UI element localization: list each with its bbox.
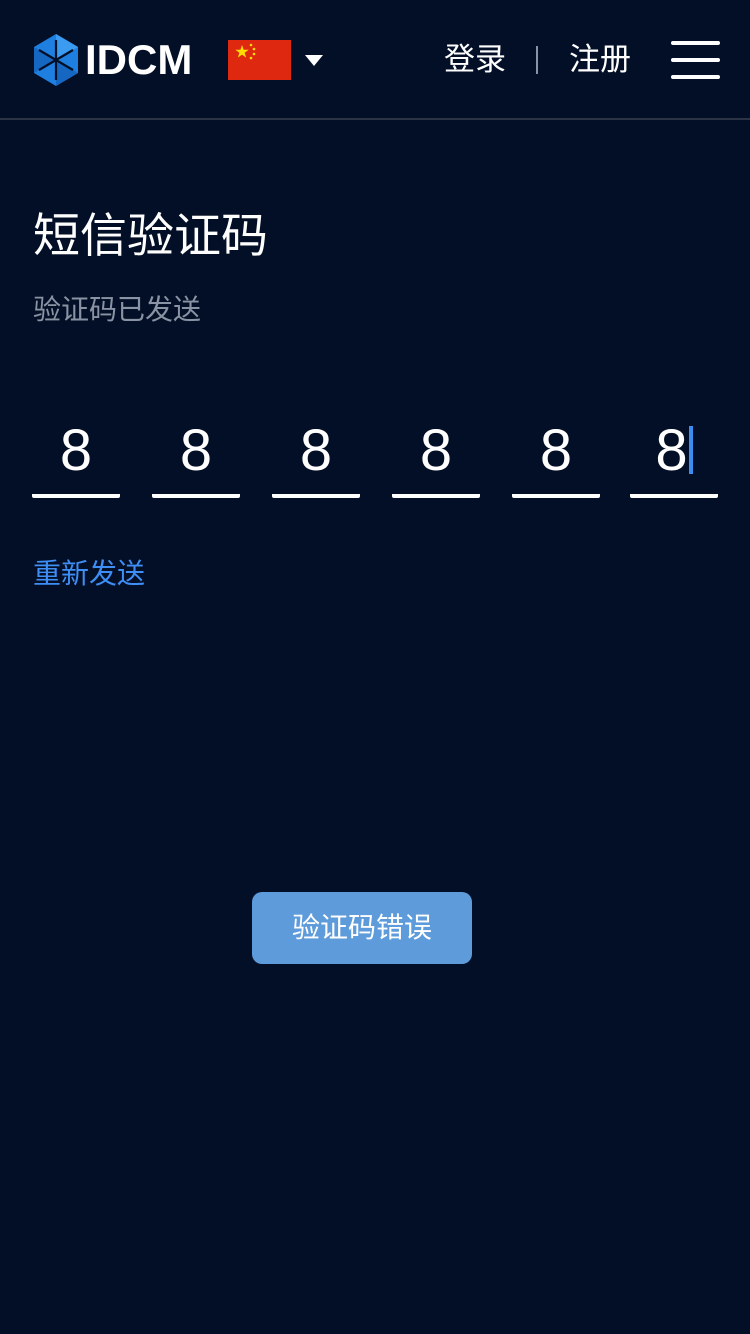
code-digit-4[interactable]: 8 [392, 414, 480, 498]
verification-page: IDCM 登录 注册 短信验证码 验证码已发送 8 8 8 8 8 8 重新发送… [0, 0, 750, 1334]
code-digit-6[interactable]: 8 [630, 414, 718, 498]
page-title: 短信验证码 [33, 209, 268, 264]
code-digit-1[interactable]: 8 [32, 414, 120, 498]
idcm-logo-icon [34, 34, 78, 86]
china-flag-icon[interactable] [228, 40, 291, 80]
resend-code-link[interactable]: 重新发送 [33, 555, 145, 593]
verification-code-input[interactable]: 8 8 8 8 8 8 [32, 414, 722, 498]
top-navbar: IDCM 登录 注册 [0, 0, 750, 120]
code-digit-2[interactable]: 8 [152, 414, 240, 498]
brand-name: IDCM [85, 36, 193, 83]
page-subtitle: 验证码已发送 [33, 293, 202, 326]
brand-logo[interactable]: IDCM [33, 34, 192, 86]
code-digit-3[interactable]: 8 [272, 414, 360, 498]
text-cursor [688, 426, 693, 474]
nav-divider [536, 46, 538, 74]
hamburger-menu-icon[interactable] [671, 41, 720, 79]
login-link[interactable]: 登录 [444, 40, 506, 80]
code-digit-5[interactable]: 8 [512, 414, 600, 498]
register-link[interactable]: 注册 [569, 40, 631, 80]
error-toast: 验证码错误 [252, 892, 472, 964]
chevron-down-icon[interactable] [305, 55, 323, 67]
